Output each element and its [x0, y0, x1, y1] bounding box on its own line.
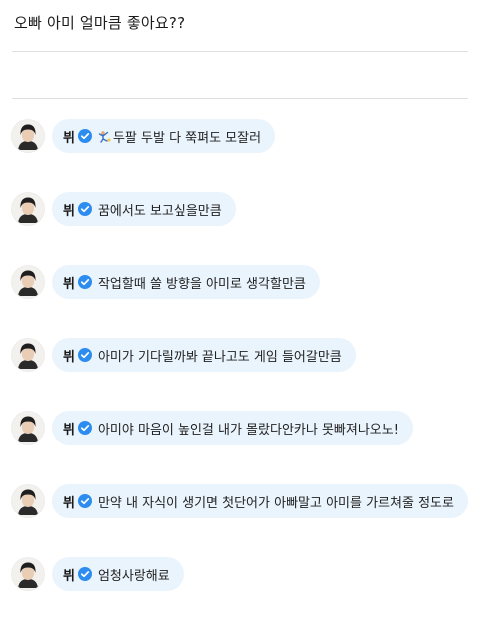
message-row: 뷔 꿈에서도 보고싶을만큼 [12, 191, 236, 227]
avatar[interactable] [12, 266, 44, 298]
message-text: 아미야 마음이 높인걸 내가 몰랐다안카나 못빠져나오노! [97, 422, 399, 438]
sender-name: 뷔 [63, 568, 75, 584]
message-row: 뷔 엄청사랑해료 [12, 556, 184, 592]
sender-name: 뷔 [63, 276, 75, 292]
verified-badge-icon [77, 275, 92, 289]
message-text: 만약 내 자식이 생기면 첫단어가 아빠말고 아미를 가르쳐줄 정도로 [97, 495, 454, 511]
avatar[interactable] [12, 558, 44, 590]
avatar[interactable] [12, 485, 44, 517]
sender-name: 뷔 [63, 130, 75, 146]
message-row: 뷔 아미가 기다릴까봐 끝나고도 게임 들어갈만큼 [12, 337, 356, 373]
message-bubble: 뷔 작업할때 쓸 방향을 아미로 생각할만큼 [52, 265, 320, 299]
avatar[interactable] [12, 412, 44, 444]
message-bubble: 뷔 만약 내 자식이 생기면 첫단어가 아빠말고 아미를 가르쳐줄 정도로 [52, 484, 468, 518]
sender-name: 뷔 [63, 422, 75, 438]
message-row: 뷔 만약 내 자식이 생기면 첫단어가 아빠말고 아미를 가르쳐줄 정도로 [12, 483, 468, 519]
message-bubble: 뷔 꿈에서도 보고싶을만큼 [52, 192, 236, 226]
avatar[interactable] [12, 120, 44, 152]
verified-badge-icon [77, 202, 92, 216]
message-bubble: 뷔 엄청사랑해료 [52, 557, 184, 591]
message-bubble: 뷔 아미가 기다릴까봐 끝나고도 게임 들어갈만큼 [52, 338, 356, 372]
sender-name: 뷔 [63, 349, 75, 365]
avatar[interactable] [12, 339, 44, 371]
sender-name: 뷔 [63, 495, 75, 511]
divider [12, 98, 468, 99]
message-row: 뷔 작업할때 쓸 방향을 아미로 생각할만큼 [12, 264, 320, 300]
message-text: 두팔 두발 다 쭉펴도 모잘러 [112, 130, 262, 146]
sender-name: 뷔 [63, 203, 75, 219]
avatar[interactable] [12, 193, 44, 225]
verified-badge-icon [77, 567, 92, 581]
question-title: 오빠 아미 얼마큼 좋아요?? [14, 14, 186, 32]
message-row: 뷔 아미야 마음이 높인걸 내가 몰랐다안카나 못빠져나오노! [12, 410, 413, 446]
message-text: 작업할때 쓸 방향을 아미로 생각할만큼 [97, 276, 306, 292]
message-bubble: 뷔 아미야 마음이 높인걸 내가 몰랐다안카나 못빠져나오노! [52, 411, 413, 445]
message-row: 뷔 두팔 두발 다 쭉펴도 모잘러 [12, 118, 276, 154]
message-text: 아미가 기다릴까봐 끝나고도 게임 들어갈만큼 [97, 349, 342, 365]
message-bubble: 뷔 두팔 두발 다 쭉펴도 모잘러 [52, 119, 276, 153]
verified-badge-icon [77, 494, 92, 508]
verified-badge-icon [77, 129, 92, 143]
message-text: 꿈에서도 보고싶을만큼 [97, 203, 222, 219]
message-text: 엄청사랑해료 [97, 568, 170, 584]
stretching-person-emoji-icon [98, 129, 112, 143]
verified-badge-icon [77, 348, 92, 362]
divider [12, 51, 468, 52]
verified-badge-icon [77, 421, 92, 435]
